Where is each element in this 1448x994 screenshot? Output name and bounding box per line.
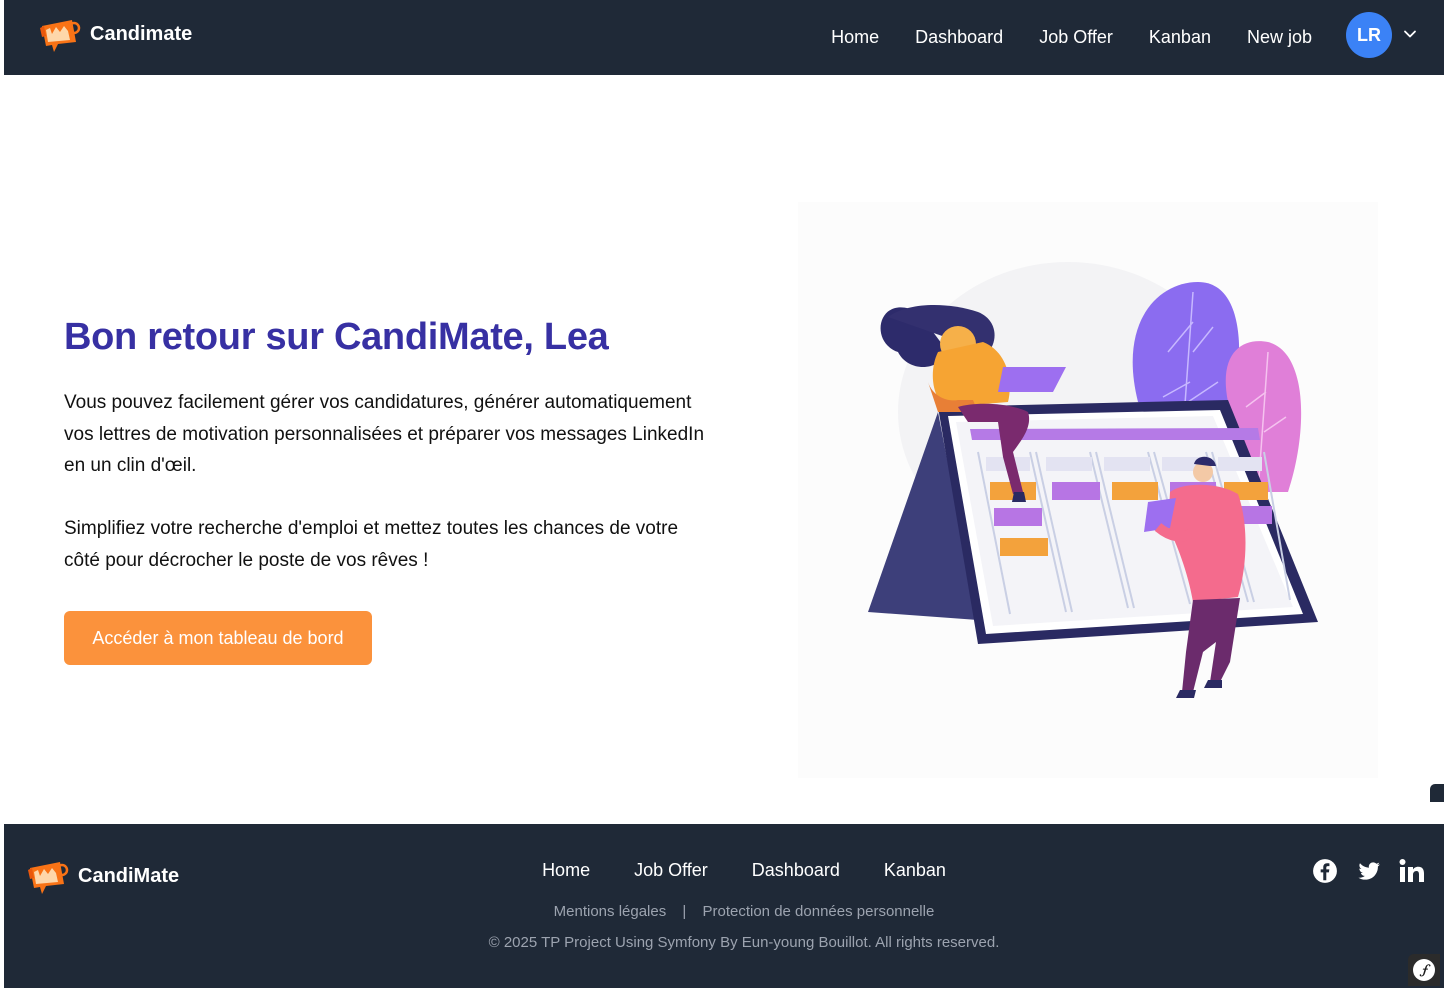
linkedin-icon[interactable] — [1398, 858, 1428, 884]
nav-new-job[interactable]: New job — [1247, 27, 1312, 48]
footer-nav: Home Job Offer Dashboard Kanban — [4, 860, 1448, 881]
legal-mentions-link[interactable]: Mentions légales — [554, 903, 667, 920]
chevron-down-icon[interactable] — [1402, 26, 1418, 42]
footer: CandiMate Home Job Offer Dashboard Kanba… — [4, 824, 1444, 988]
user-avatar[interactable]: LR — [1346, 12, 1392, 58]
brand-name: Candimate — [90, 22, 193, 45]
page: Candimate Home Dashboard Job Offer Kanba… — [4, 0, 1444, 988]
dashboard-cta-button[interactable]: Accéder à mon tableau de bord — [64, 611, 372, 665]
hero-paragraph-2: Simplifiez votre recherche d'emploi et m… — [64, 518, 679, 571]
legal-separator: | — [682, 903, 687, 920]
nav-home[interactable]: Home — [831, 27, 879, 48]
symfony-toolbar-icon[interactable] — [1408, 954, 1440, 986]
footer-nav-dashboard[interactable]: Dashboard — [752, 860, 840, 881]
footer-nav-kanban[interactable]: Kanban — [884, 860, 946, 881]
footer-nav-home[interactable]: Home — [542, 860, 590, 881]
candimate-logo-icon — [40, 20, 81, 52]
copyright: © 2025 TP Project Using Symfony By Eun-y… — [488, 934, 1000, 951]
twitter-icon[interactable] — [1356, 858, 1382, 884]
footer-nav-job-offer[interactable]: Job Offer — [634, 860, 708, 881]
nav-kanban[interactable]: Kanban — [1149, 27, 1211, 48]
privacy-link[interactable]: Protection de données personnelle — [702, 903, 934, 920]
brand-link[interactable]: Candimate — [38, 14, 192, 54]
side-tab[interactable] — [1430, 784, 1444, 802]
hero-title: Bon retour sur CandiMate, Lea — [64, 316, 609, 358]
top-navbar: Candimate Home Dashboard Job Offer Kanba… — [4, 0, 1444, 75]
hero-paragraph-1: Vous pouvez facilement gérer vos candida… — [64, 392, 705, 476]
main-nav: Home Dashboard Job Offer Kanban New job — [795, 0, 1312, 75]
kanban-illustration — [798, 202, 1378, 778]
footer-legal-links: Mentions légales | Protection de données… — [4, 903, 1448, 920]
facebook-icon[interactable] — [1312, 858, 1338, 884]
nav-job-offer[interactable]: Job Offer — [1039, 27, 1113, 48]
nav-dashboard[interactable]: Dashboard — [915, 27, 1003, 48]
